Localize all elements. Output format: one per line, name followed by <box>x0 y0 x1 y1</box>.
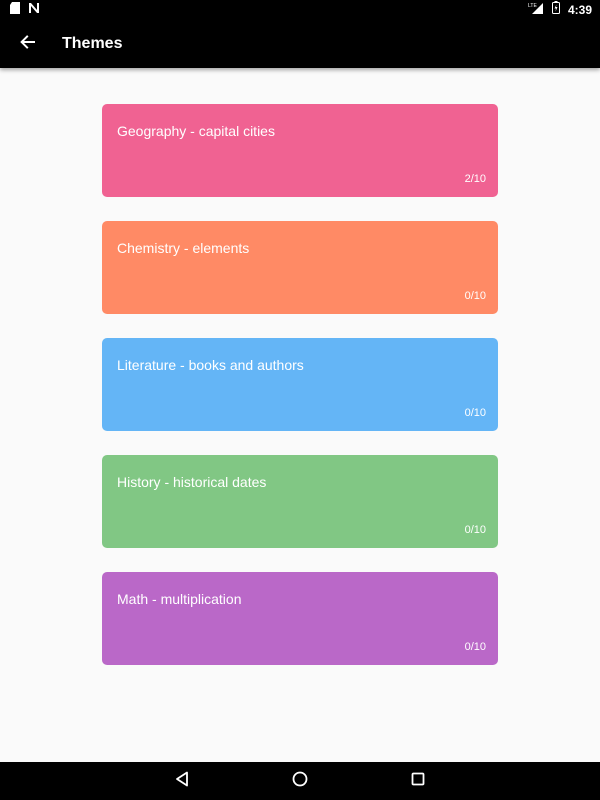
recents-square-icon <box>411 772 425 791</box>
theme-progress: 0/10 <box>464 641 486 653</box>
theme-card-math[interactable]: Math - multiplication 0/10 <box>102 572 498 665</box>
theme-card-history[interactable]: History - historical dates 0/10 <box>102 455 498 548</box>
theme-list: Geography - capital cities 2/10 Chemistr… <box>102 104 498 665</box>
n-app-icon <box>28 1 40 19</box>
nav-recents-button[interactable] <box>400 763 436 799</box>
theme-progress: 2/10 <box>464 173 486 185</box>
status-right: LTE 4:39 <box>528 1 592 19</box>
theme-title: Geography - capital cities <box>117 123 275 139</box>
nav-back-button[interactable] <box>164 763 200 799</box>
signal-icon: LTE <box>528 1 544 19</box>
back-triangle-icon <box>175 771 189 792</box>
battery-icon <box>551 1 560 19</box>
theme-progress: 0/10 <box>464 524 486 536</box>
back-button[interactable] <box>0 20 56 68</box>
app-bar: Themes <box>0 20 600 68</box>
theme-card-chemistry[interactable]: Chemistry - elements 0/10 <box>102 221 498 314</box>
theme-progress: 0/10 <box>464 290 486 302</box>
status-time: 4:39 <box>567 3 592 17</box>
themes-content: Geography - capital cities 2/10 Chemistr… <box>0 68 600 762</box>
page-title: Themes <box>62 35 123 52</box>
arrow-left-icon <box>20 34 36 55</box>
theme-card-geography[interactable]: Geography - capital cities 2/10 <box>102 104 498 197</box>
theme-card-literature[interactable]: Literature - books and authors 0/10 <box>102 338 498 431</box>
status-left <box>10 1 40 19</box>
sd-card-icon <box>10 1 20 19</box>
theme-title: Literature - books and authors <box>117 357 304 373</box>
theme-title: History - historical dates <box>117 474 267 490</box>
theme-title: Chemistry - elements <box>117 240 250 256</box>
home-circle-icon <box>292 771 308 792</box>
status-bar: LTE 4:39 <box>0 0 600 20</box>
theme-progress: 0/10 <box>464 407 486 419</box>
nav-home-button[interactable] <box>282 763 318 799</box>
theme-title: Math - multiplication <box>117 591 242 607</box>
network-label: LTE <box>528 3 537 9</box>
system-nav-bar <box>0 762 600 800</box>
